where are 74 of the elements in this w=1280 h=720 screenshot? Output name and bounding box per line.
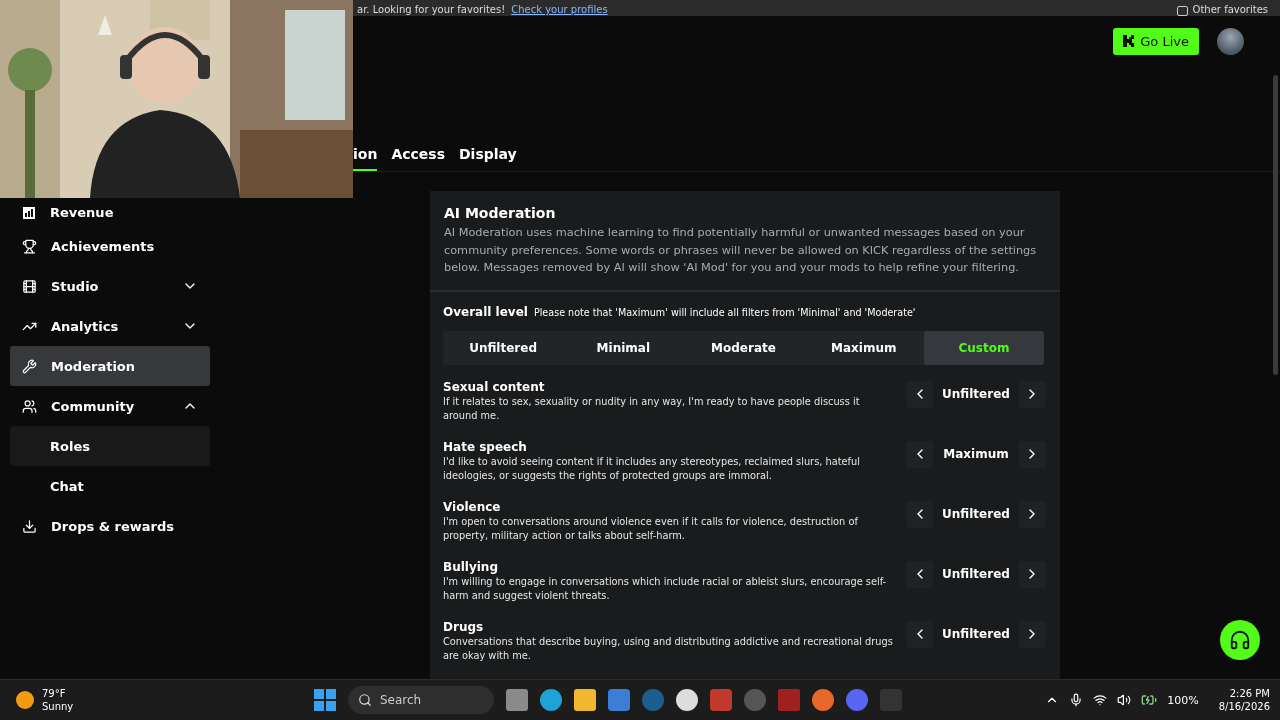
download-icon: [22, 518, 37, 534]
category-description: I'd like to avoid seeing content if it includes any stereotypes, reclaimed slurs, hateful ideologies, or suggests the rights of protected groups are immoral.: [443, 454, 861, 483]
level-option[interactable]: Custom: [923, 330, 1044, 365]
app-icon[interactable]: [676, 689, 698, 711]
sidebar-item[interactable]: Drops & rewards: [10, 506, 210, 546]
category-description: Conversations that describe buying, using and distributing addictive and recreational drugs are okay with me.: [443, 634, 893, 663]
overall-level-note: Please note that 'Maximum' will include all filters from 'Minimal' and 'Moderate': [533, 306, 916, 318]
weather-condition: Sunny: [42, 700, 74, 713]
windows-logo-icon[interactable]: [314, 689, 336, 711]
sidebar-item[interactable]: Studio: [10, 266, 210, 306]
category-description: I'm open to conversations around violence even if it calls for violence, destruction of property, military action or talks about self-harm.: [443, 514, 859, 543]
next-button[interactable]: [1019, 560, 1046, 588]
settings-tab[interactable]: Display: [459, 138, 517, 171]
settings-tab[interactable]: Access: [391, 138, 445, 171]
other-favorites-link[interactable]: Other favorites: [1192, 4, 1268, 16]
search-icon: [358, 693, 372, 707]
trophy-icon: [22, 238, 37, 254]
user-avatar[interactable]: [1217, 27, 1244, 55]
microphone-icon[interactable]: [1069, 693, 1084, 707]
filter-value: Unfiltered: [942, 627, 1010, 641]
headset-icon: [1229, 629, 1251, 651]
next-button[interactable]: [1019, 440, 1046, 468]
next-button[interactable]: [1019, 380, 1046, 408]
previous-button[interactable]: [906, 620, 933, 648]
overall-level-label: Overall level: [443, 304, 528, 319]
favorites-message: ar. Looking for your favorites!: [357, 4, 506, 16]
level-option[interactable]: Minimal: [563, 330, 684, 365]
sidebar-item[interactable]: Achievements: [10, 226, 210, 266]
filter-value: Unfiltered: [942, 567, 1010, 581]
battery-icon[interactable]: [1141, 692, 1158, 708]
filter-value: Unfiltered: [942, 507, 1010, 521]
wifi-icon[interactable]: [1093, 693, 1108, 707]
next-button[interactable]: [1019, 620, 1046, 648]
clock-time[interactable]: 2:26 PM: [1229, 687, 1270, 700]
previous-button[interactable]: [906, 380, 933, 408]
previous-button[interactable]: [906, 500, 933, 528]
category-title: Sexual content: [443, 378, 546, 395]
category-title: Hate speech: [443, 438, 528, 455]
battery-percentage: 100%: [1167, 693, 1199, 707]
card-title: AI Moderation: [444, 205, 557, 221]
filter-value: Unfiltered: [942, 387, 1010, 401]
sidebar-item[interactable]: Analytics: [10, 306, 210, 346]
category-description: If it relates to sex, sexuality or nudity in any way, I'm ready to have people discuss it around me.: [443, 394, 861, 423]
go-live-button[interactable]: Go Live: [1113, 27, 1199, 55]
film-icon: [22, 278, 37, 294]
sidebar-item[interactable]: Moderation: [10, 346, 210, 386]
sun-icon: [16, 691, 34, 709]
previous-button[interactable]: [906, 560, 933, 588]
k-logo-icon: [1123, 35, 1135, 47]
people-icon: [22, 398, 37, 414]
temperature: 79°F: [42, 687, 67, 700]
bar-chart-icon: [22, 205, 36, 220]
previous-button[interactable]: [906, 440, 933, 468]
wrench-icon: [22, 358, 37, 374]
search-field[interactable]: Search: [348, 686, 494, 714]
sidebar-item[interactable]: Revenue: [10, 199, 210, 226]
scrollbar-thumb[interactable]: [1273, 75, 1278, 375]
level-option[interactable]: Maximum: [803, 330, 924, 365]
category-title: Drugs: [443, 618, 485, 635]
category-title: Bullying: [443, 558, 499, 575]
profiles-link[interactable]: Check your profiles: [511, 4, 608, 16]
next-button[interactable]: [1019, 500, 1046, 528]
volume-icon[interactable]: [1117, 693, 1132, 707]
sidebar-item[interactable]: Community: [10, 386, 210, 426]
level-option[interactable]: Moderate: [683, 330, 804, 365]
category-description: I'm willing to engage in conversations which include racial or ableist slurs, encourage self-harm and suggest violent threats.: [443, 574, 888, 603]
card-description: AI Moderation uses machine learning to find potentially harmful or unwanted messages based on your community preferences. Some words or phrases will never be allowed on KICK regardless of the settings below. Messages removed by AI will show 'AI Mod' for you and your mods to help refine your filtering.: [444, 225, 1038, 276]
filter-value: Maximum: [943, 447, 1009, 461]
level-option[interactable]: Unfiltered: [443, 330, 564, 365]
sidebar-item[interactable]: Roles: [10, 426, 210, 466]
sidebar-item[interactable]: Chat: [10, 466, 210, 506]
category-title: Violence: [443, 498, 502, 515]
support-button[interactable]: [1220, 620, 1260, 660]
clock-date[interactable]: 8/16/2026: [1218, 700, 1270, 713]
